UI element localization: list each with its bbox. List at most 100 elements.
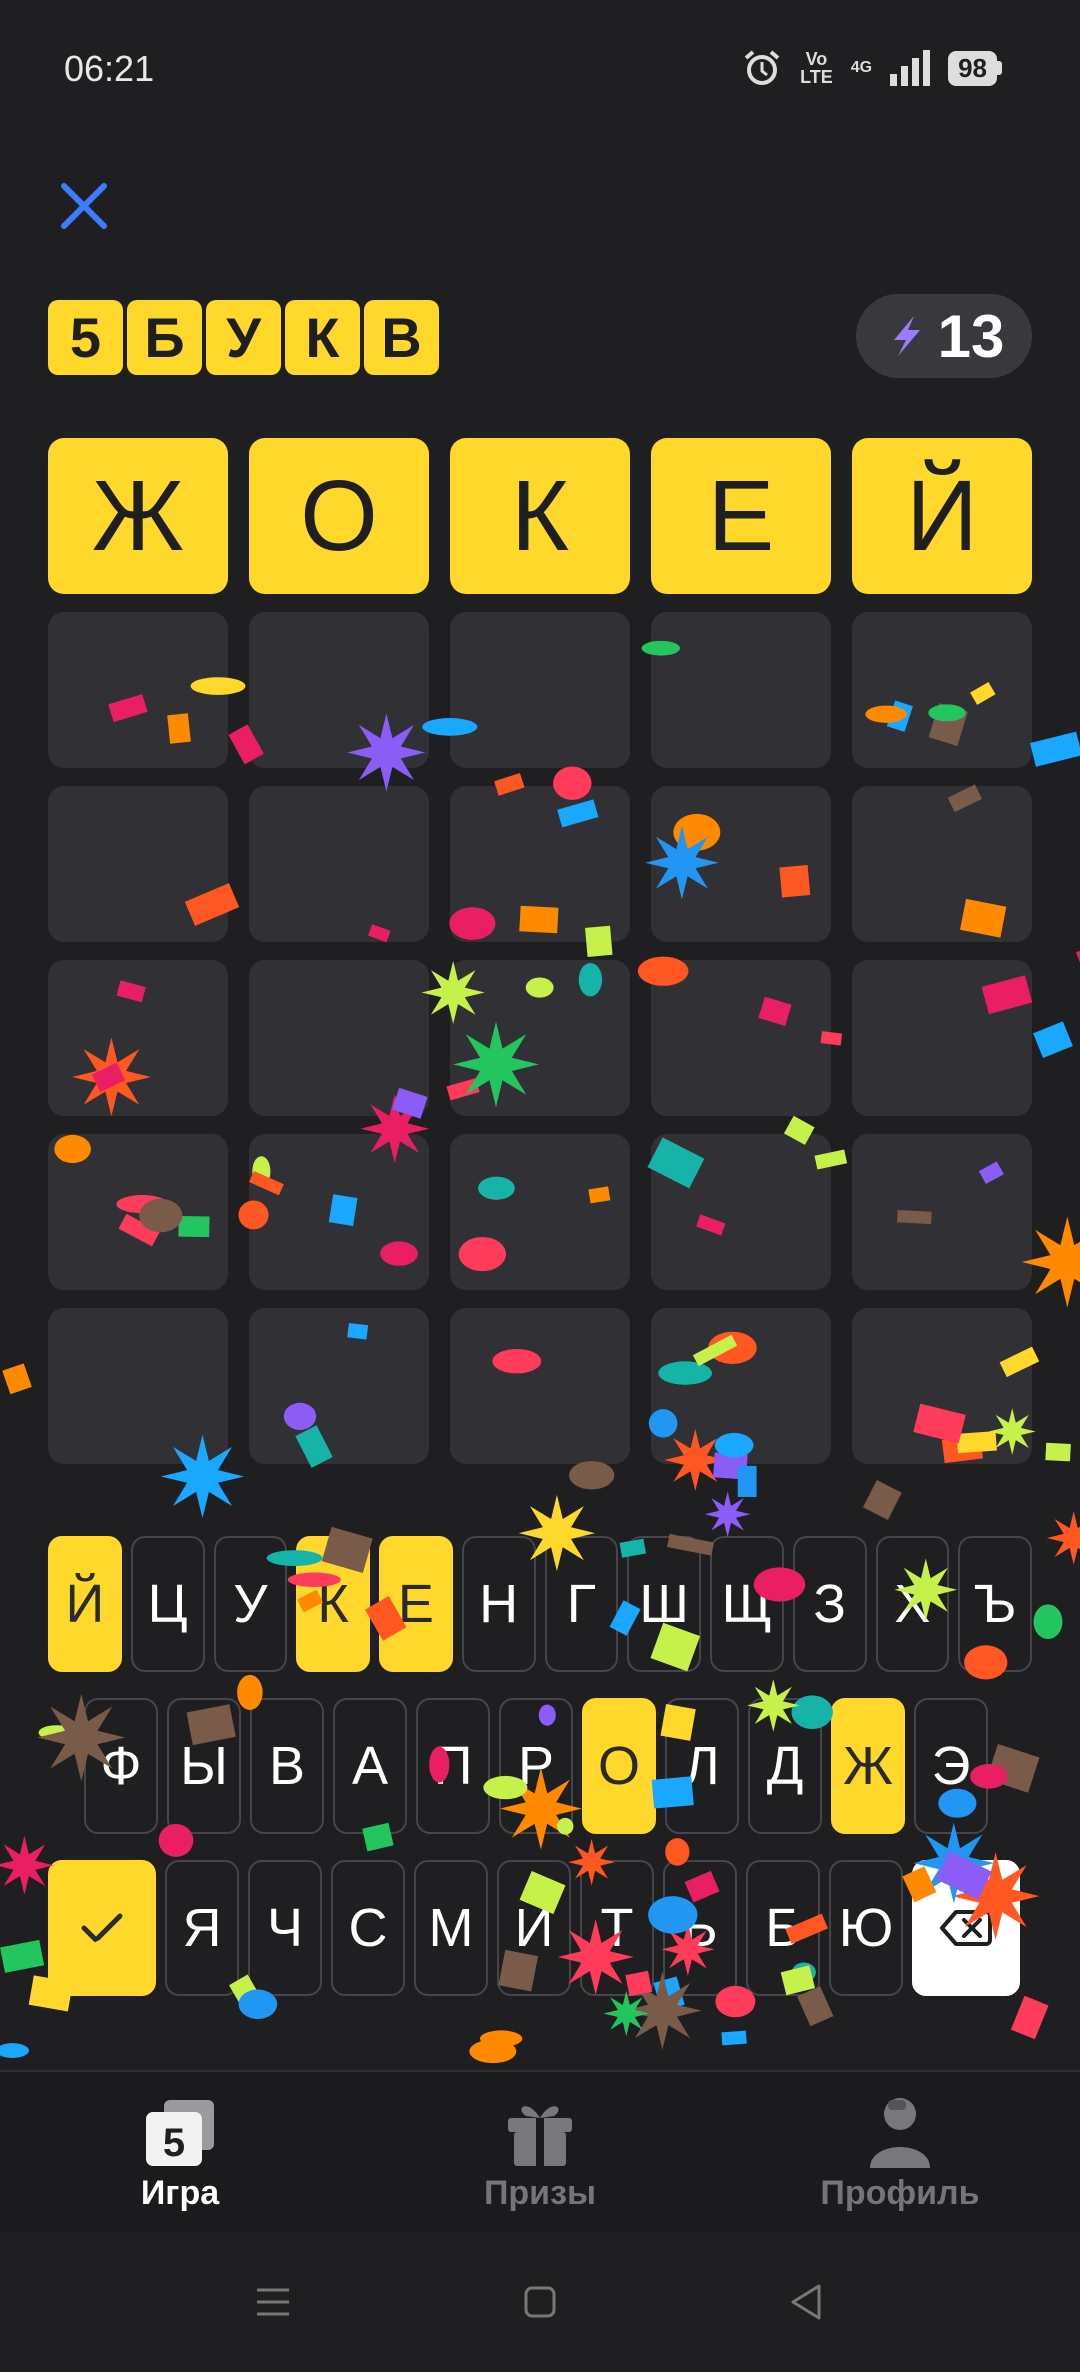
profile-icon: [870, 2098, 930, 2168]
key-letter[interactable]: У: [213, 1536, 288, 1672]
keyboard: ЙЦУКЕНГШЩЗХЪ ФЫВАПРОЛДЖЭ ЯЧСМИТЬБЮ: [48, 1536, 1032, 2022]
confetti-piece: [479, 2030, 523, 2047]
letter-tile-empty: [48, 612, 228, 768]
key-letter[interactable]: Ъ: [958, 1536, 1032, 1672]
key-letter[interactable]: Б: [746, 1860, 820, 1996]
tab-label-game: Игра: [140, 2174, 220, 2212]
lightning-icon: [893, 316, 920, 356]
battery-icon: 98: [948, 50, 1002, 86]
letter-tile-empty: [450, 960, 630, 1116]
key-correct[interactable]: О: [582, 1698, 656, 1834]
keyboard-row-3: ЯЧСМИТЬБЮ: [48, 1860, 1032, 1996]
key-correct[interactable]: Е: [379, 1536, 453, 1672]
key-letter[interactable]: Э: [914, 1698, 988, 1834]
letter-tile-empty: [852, 612, 1032, 768]
letter-tile-empty: [249, 1308, 429, 1464]
backspace-key[interactable]: [912, 1860, 1020, 1996]
key-letter[interactable]: Г: [544, 1536, 619, 1672]
menu-icon[interactable]: [249, 2278, 297, 2326]
confetti-piece: [0, 2043, 30, 2058]
key-letter[interactable]: А: [333, 1698, 407, 1834]
signal-icon: [890, 50, 931, 86]
letter-tile-empty: [450, 612, 630, 768]
key-letter[interactable]: Я: [165, 1860, 239, 1996]
alarm-icon: [744, 50, 780, 85]
letter-tile-empty: [48, 1308, 228, 1464]
letter-tile-empty: [249, 1134, 429, 1290]
confetti-piece: [0, 1835, 54, 1895]
letter-tile-empty: [249, 786, 429, 942]
key-letter[interactable]: Т: [580, 1860, 654, 1996]
letter-tile-empty: [249, 960, 429, 1116]
system-nav-bar: [0, 2232, 1080, 2372]
letter-tile-empty: [852, 960, 1032, 1116]
key-letter[interactable]: В: [250, 1698, 324, 1834]
key-letter[interactable]: З: [792, 1536, 867, 1672]
letter-tile-empty: [651, 960, 831, 1116]
key-correct[interactable]: К: [296, 1536, 370, 1672]
key-correct[interactable]: Й: [48, 1536, 122, 1672]
letter-tile-empty: [48, 960, 228, 1116]
letter-tile-empty: [450, 786, 630, 942]
close-icon[interactable]: [58, 180, 110, 232]
tab-game[interactable]: 5 Игра: [0, 2072, 360, 2232]
volte-indicator: Vo LTE: [800, 49, 833, 87]
bottom-tab-bar: 5 Игра Призы Профиль: [0, 2070, 1080, 2232]
key-letter[interactable]: Ш: [627, 1536, 701, 1672]
game-tab-icon: 5: [146, 2100, 214, 2166]
confetti-piece: [1033, 1021, 1073, 1059]
tab-prizes[interactable]: Призы: [360, 2072, 720, 2232]
letter-tile-empty: [48, 1134, 228, 1290]
battery-level: 98: [948, 50, 997, 86]
key-letter[interactable]: П: [416, 1698, 490, 1834]
confetti-piece: [1075, 940, 1080, 978]
letter-tile-correct: О: [249, 438, 429, 594]
key-letter[interactable]: М: [414, 1860, 488, 1996]
letter-tile-correct: Е: [651, 438, 831, 594]
key-letter[interactable]: Ф: [84, 1698, 158, 1834]
letter-tile-empty: [450, 1134, 630, 1290]
letter-tile-empty: [249, 612, 429, 768]
key-letter[interactable]: Р: [499, 1698, 573, 1834]
key-letter[interactable]: Д: [748, 1698, 822, 1834]
confetti-piece: [1030, 731, 1080, 767]
confetti-piece: [721, 2030, 747, 2046]
letter-tile-empty: [651, 1308, 831, 1464]
status-icons: Vo LTE 4G 98: [742, 48, 1002, 88]
enter-key[interactable]: [48, 1860, 156, 1996]
keyboard-row-1: ЙЦУКЕНГШЩЗХЪ: [48, 1536, 1032, 1672]
key-letter[interactable]: И: [497, 1860, 571, 1996]
key-letter[interactable]: Л: [665, 1698, 739, 1834]
key-letter[interactable]: Ы: [167, 1698, 241, 1834]
key-letter[interactable]: Ь: [663, 1860, 737, 1996]
letter-tile-correct: Й: [852, 438, 1032, 594]
key-correct[interactable]: Ж: [831, 1698, 905, 1834]
confetti-piece: [737, 1465, 757, 1497]
key-letter[interactable]: Щ: [710, 1536, 784, 1672]
game-logo: 5 Б У К В: [48, 300, 439, 375]
back-icon[interactable]: [783, 2278, 831, 2326]
home-icon[interactable]: [516, 2278, 564, 2326]
letter-tile-correct: К: [450, 438, 630, 594]
score-value: 13: [937, 302, 1005, 370]
letter-tile-empty: [852, 1134, 1032, 1290]
confetti-piece: [0, 1939, 45, 1973]
key-letter[interactable]: Н: [461, 1536, 536, 1672]
key-letter[interactable]: С: [331, 1860, 405, 1996]
tab-profile[interactable]: Профиль: [720, 2072, 1080, 2232]
key-letter[interactable]: Ц: [130, 1536, 205, 1672]
letter-tile-empty: [651, 786, 831, 942]
logo-tile: Б: [127, 300, 202, 375]
key-letter[interactable]: Ч: [248, 1860, 322, 1996]
tab-label-prizes: Призы: [483, 2174, 597, 2212]
confetti-piece: [1046, 1511, 1080, 1565]
key-letter[interactable]: Х: [875, 1536, 950, 1672]
letter-tile-empty: [48, 786, 228, 942]
letter-tile-correct: Ж: [48, 438, 228, 594]
key-letter[interactable]: Ю: [829, 1860, 903, 1996]
logo-tile: В: [364, 300, 439, 375]
energy-score[interactable]: 13: [856, 294, 1032, 378]
svg-text:5: 5: [163, 2121, 185, 2165]
network-type: 4G: [850, 59, 873, 76]
check-icon: [81, 1913, 123, 1943]
